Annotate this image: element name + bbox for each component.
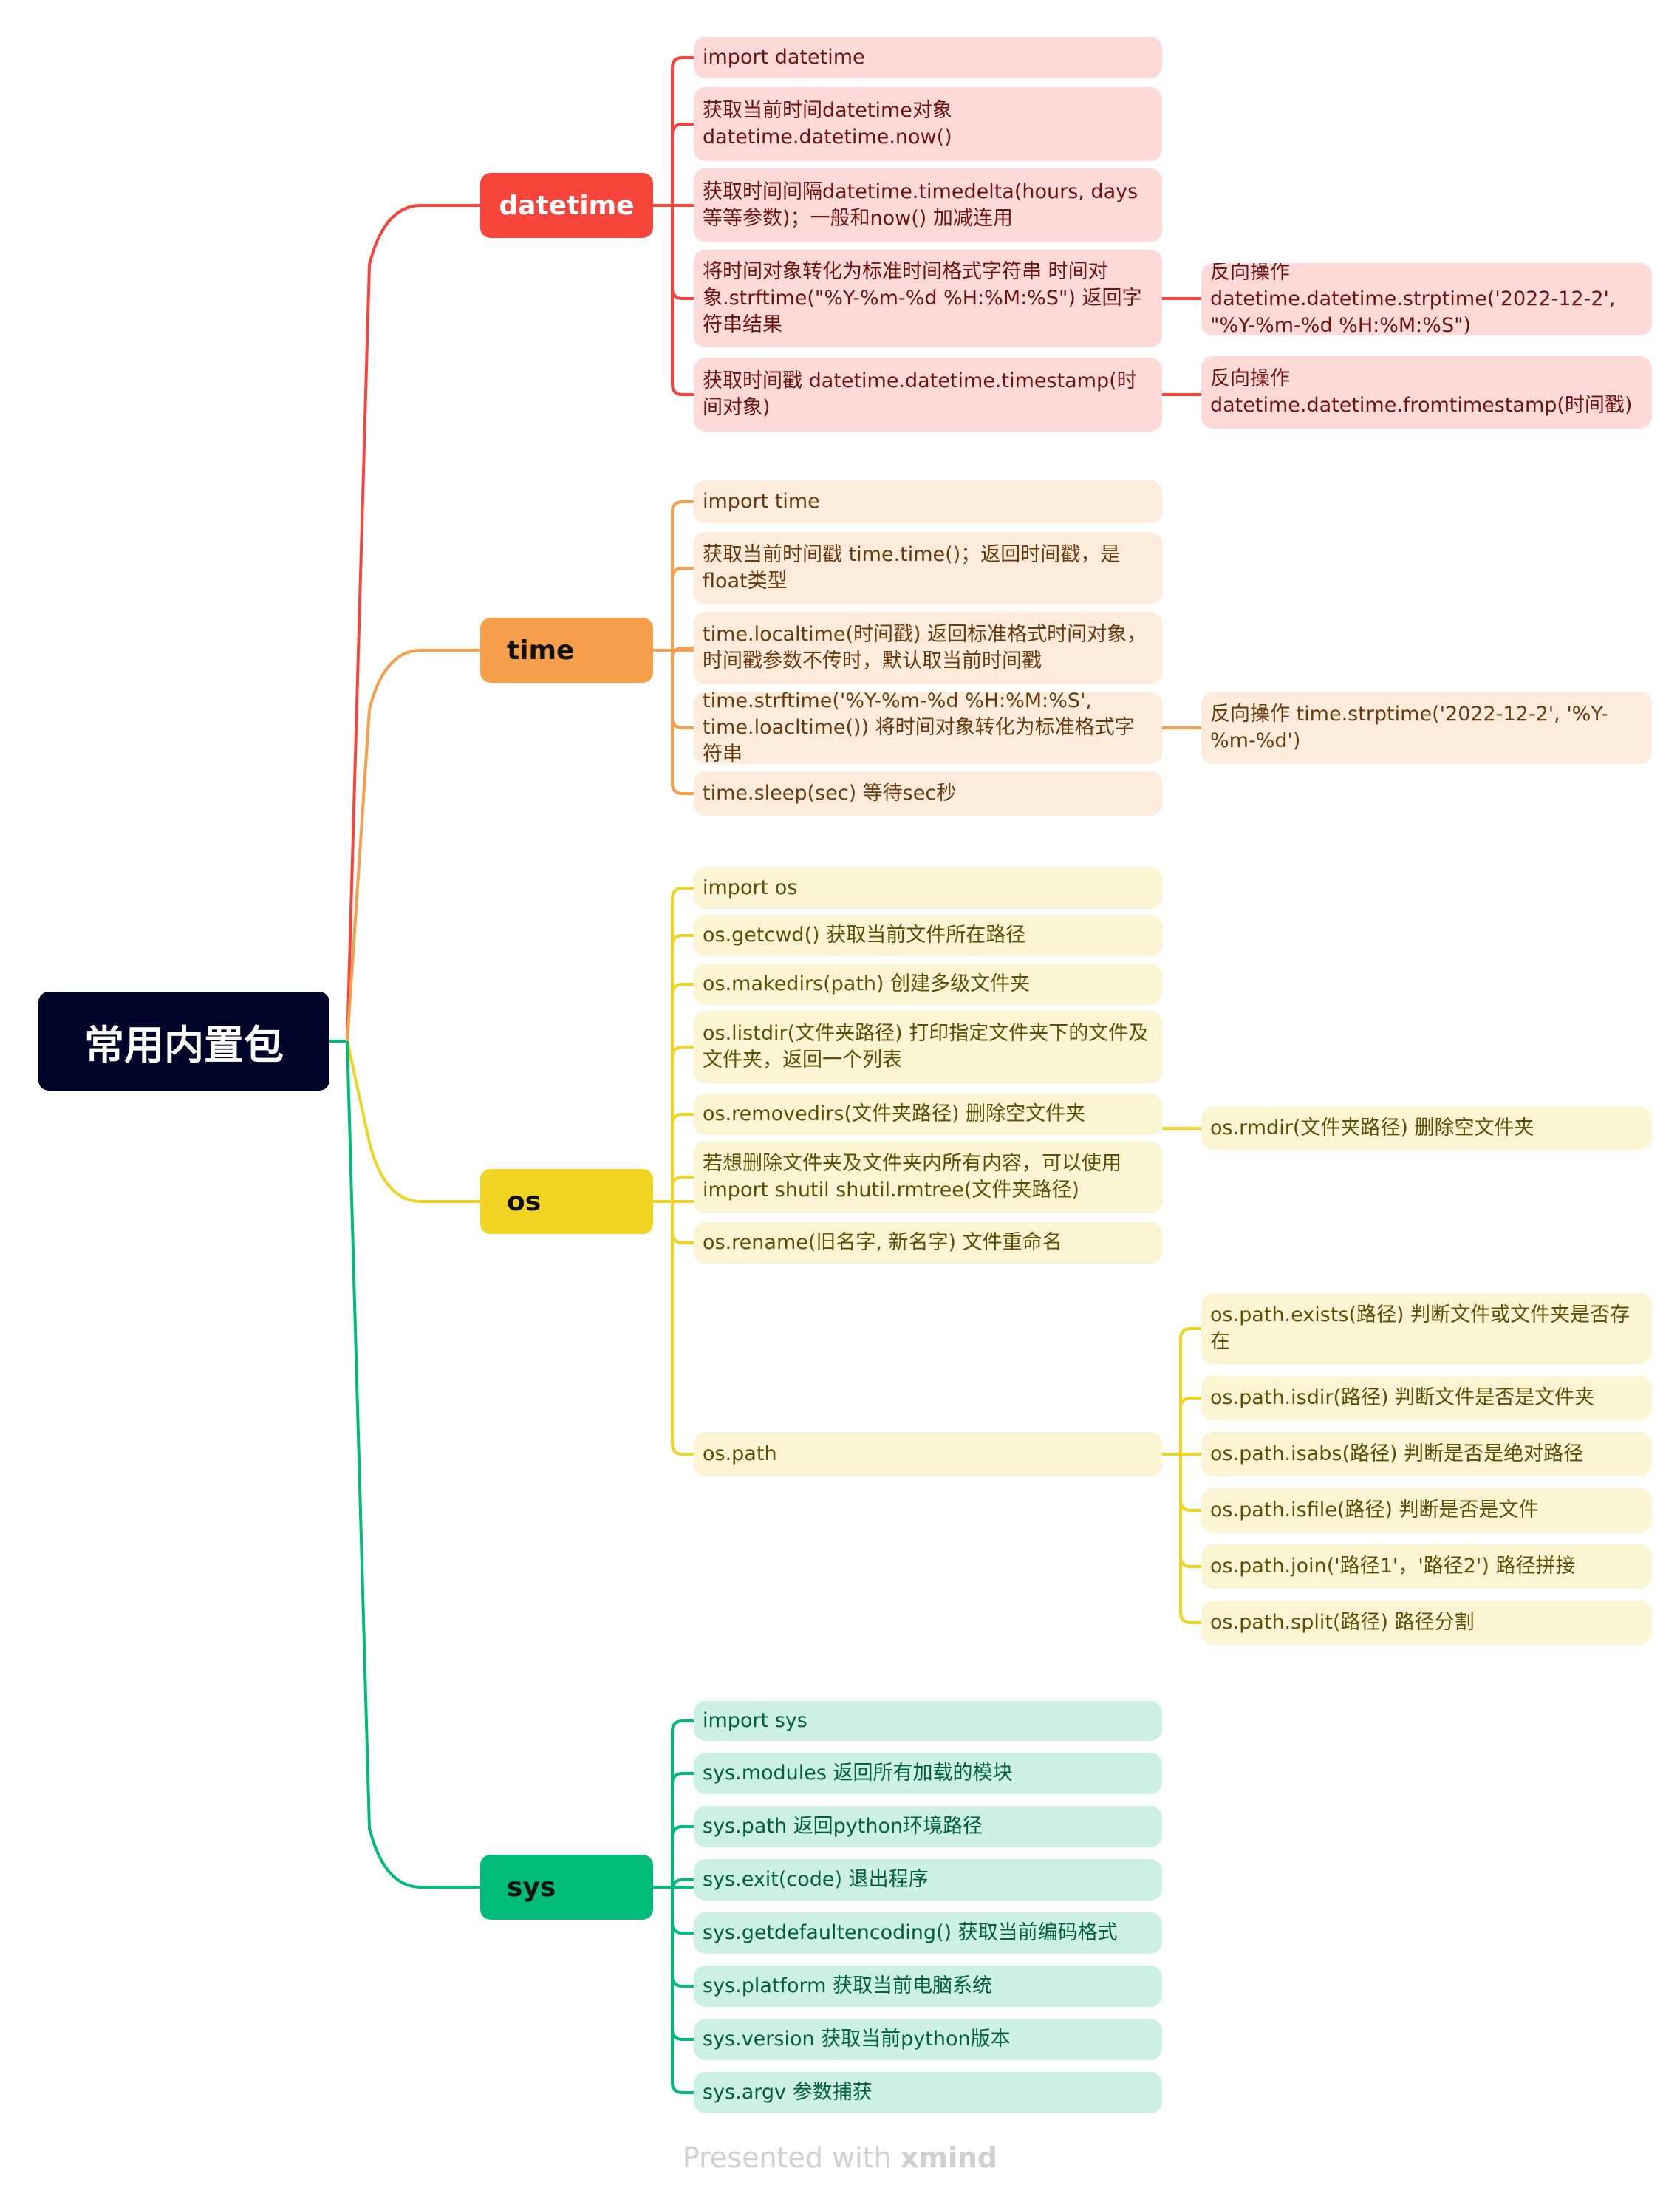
os-item[interactable]: import os xyxy=(694,867,1162,909)
datetime-reverse-strptime[interactable]: 反向操作 datetime.datetime.strptime('2022-12… xyxy=(1201,263,1652,335)
os-path-child[interactable]: os.path.join('路径1'，'路径2') 路径拼接 xyxy=(1201,1544,1652,1589)
branch-label: sys xyxy=(507,1872,556,1903)
link-root-datetime xyxy=(346,204,480,1042)
time-item[interactable]: 获取当前时间戳 time.time()；返回时间戳，是float类型 xyxy=(694,532,1162,604)
os-rmdir-item[interactable]: os.rmdir(文件夹路径) 删除空文件夹 xyxy=(1201,1107,1652,1150)
os-path-item[interactable]: os.path xyxy=(694,1432,1162,1476)
link-root-sys xyxy=(346,1040,480,1889)
os-path-child[interactable]: os.path.isdir(路径) 判断文件是否是文件夹 xyxy=(1201,1376,1652,1420)
os-item[interactable]: os.rename(旧名字, 新名字) 文件重命名 xyxy=(694,1222,1162,1264)
datetime-bracket-elbow xyxy=(671,56,694,69)
sys-item[interactable]: sys.path 返回python环境路径 xyxy=(694,1806,1162,1847)
datetime-reverse-fromtimestamp[interactable]: 反向操作 datetime.datetime.fromtimestamp(时间戳… xyxy=(1201,356,1652,429)
branch-os[interactable]: os xyxy=(480,1169,653,1234)
root-topic-label: 常用内置包 xyxy=(84,1021,284,1068)
branch-label: datetime xyxy=(499,190,635,221)
root-topic[interactable]: 常用内置包 xyxy=(38,992,329,1091)
os-bracket-elbow xyxy=(671,983,694,995)
os-item[interactable]: 若想删除文件夹及文件夹内所有内容，可以使用import shutil shuti… xyxy=(694,1141,1162,1213)
link-root-os xyxy=(346,1040,480,1203)
time-bracket-elbow xyxy=(671,500,694,513)
os-bracket-elbow xyxy=(671,1443,694,1456)
time-item[interactable]: import time xyxy=(694,480,1162,523)
time-bracket-elbow xyxy=(671,717,694,729)
datetime-item[interactable]: 将时间对象转化为标准时间格式字符串 时间对象.strftime("%Y-%m-%… xyxy=(694,250,1162,347)
datetime-item[interactable]: 获取时间间隔datetime.timedelta(hours, days等等参数… xyxy=(694,168,1162,242)
sys-bracket-elbow xyxy=(671,1975,694,1988)
time-bracket-elbow xyxy=(671,567,694,579)
os-bracket-elbow xyxy=(671,1176,694,1188)
datetime-item[interactable]: import datetime xyxy=(694,37,1162,78)
os-bracket-elbow xyxy=(671,1046,694,1058)
os-path-child[interactable]: os.path.split(路径) 路径分割 xyxy=(1201,1601,1652,1645)
sys-bracket-elbow xyxy=(671,2082,694,2094)
sys-bracket-elbow xyxy=(671,1772,694,1785)
sys-item[interactable]: sys.modules 返回所有加载的模块 xyxy=(694,1753,1162,1794)
sys-bracket-elbow xyxy=(671,1922,694,1935)
datetime-item[interactable]: 获取时间戳 datetime.datetime.timestamp(时间对象) xyxy=(694,358,1162,432)
os-path-child[interactable]: os.path.exists(路径) 判断文件或文件夹是否存在 xyxy=(1201,1293,1652,1364)
sys-bracket-elbow xyxy=(671,1825,694,1838)
os-bracket-elbow xyxy=(671,1113,694,1125)
os-path-bracket-elbow xyxy=(1179,1612,1201,1624)
os-bracket-elbow xyxy=(671,934,694,947)
os-path-bracket-elbow xyxy=(1179,1327,1201,1340)
os-path-bracket-elbow xyxy=(1179,1397,1201,1409)
datetime-item[interactable]: 获取当前时间datetime对象 datetime.datetime.now() xyxy=(694,87,1162,161)
branch-label: os xyxy=(507,1186,542,1217)
datetime-bracket-elbow xyxy=(671,384,694,396)
sys-item[interactable]: sys.platform 获取当前电脑系统 xyxy=(694,1966,1162,2007)
xmind-watermark: Presented with xmind xyxy=(0,2141,1680,2174)
time-reverse-strptime[interactable]: 反向操作 time.strptime('2022-12-2', '%Y-%m-%… xyxy=(1201,692,1652,764)
datetime-bracket-elbow xyxy=(671,287,694,300)
os-path-bracket-elbow xyxy=(1179,1499,1201,1512)
os-item[interactable]: os.listdir(文件夹路径) 打印指定文件夹下的文件及文件夹，返回一个列表 xyxy=(694,1011,1162,1083)
sys-item[interactable]: sys.exit(code) 退出程序 xyxy=(694,1859,1162,1901)
watermark-prefix: Presented with xyxy=(682,2141,901,2174)
sys-item[interactable]: sys.argv 参数捕获 xyxy=(694,2072,1162,2113)
os-path-bracket-elbow xyxy=(1179,1555,1201,1568)
os-path-child[interactable]: os.path.isabs(路径) 判断是否是绝对路径 xyxy=(1201,1432,1652,1476)
branch-sys[interactable]: sys xyxy=(480,1855,653,1920)
sys-item[interactable]: sys.version 获取当前python版本 xyxy=(694,2019,1162,2060)
branch-datetime[interactable]: datetime xyxy=(480,173,653,238)
os-item[interactable]: os.makedirs(path) 创建多级文件夹 xyxy=(694,964,1162,1005)
sys-item[interactable]: sys.getdefaultencoding() 获取当前编码格式 xyxy=(694,1912,1162,1954)
sys-bracket-elbow xyxy=(671,1719,694,1732)
time-item[interactable]: time.localtime(时间戳) 返回标准格式时间对象，时间戳参数不传时，… xyxy=(694,612,1162,684)
watermark-brand: xmind xyxy=(900,2141,998,2174)
link-root-time xyxy=(346,649,480,1042)
time-item[interactable]: time.strftime('%Y-%m-%d %H:%M:%S', time.… xyxy=(694,692,1162,764)
time-item[interactable]: time.sleep(sec) 等待sec秒 xyxy=(694,771,1162,816)
os-path-child[interactable]: os.path.isfile(路径) 判断是否是文件 xyxy=(1201,1488,1652,1533)
os-bracket-elbow xyxy=(671,1232,694,1244)
datetime-bracket-elbow xyxy=(671,123,694,135)
os-item[interactable]: os.getcwd() 获取当前文件所在路径 xyxy=(694,915,1162,956)
os-item[interactable]: os.removedirs(文件夹路径) 删除空文件夹 xyxy=(694,1094,1162,1135)
sys-bracket-elbow xyxy=(671,2028,694,2041)
sys-item[interactable]: import sys xyxy=(694,1701,1162,1741)
branch-time[interactable]: time xyxy=(480,618,653,683)
time-bracket-elbow xyxy=(671,783,694,795)
branch-label: time xyxy=(507,635,575,666)
os-bracket-elbow xyxy=(671,887,694,899)
